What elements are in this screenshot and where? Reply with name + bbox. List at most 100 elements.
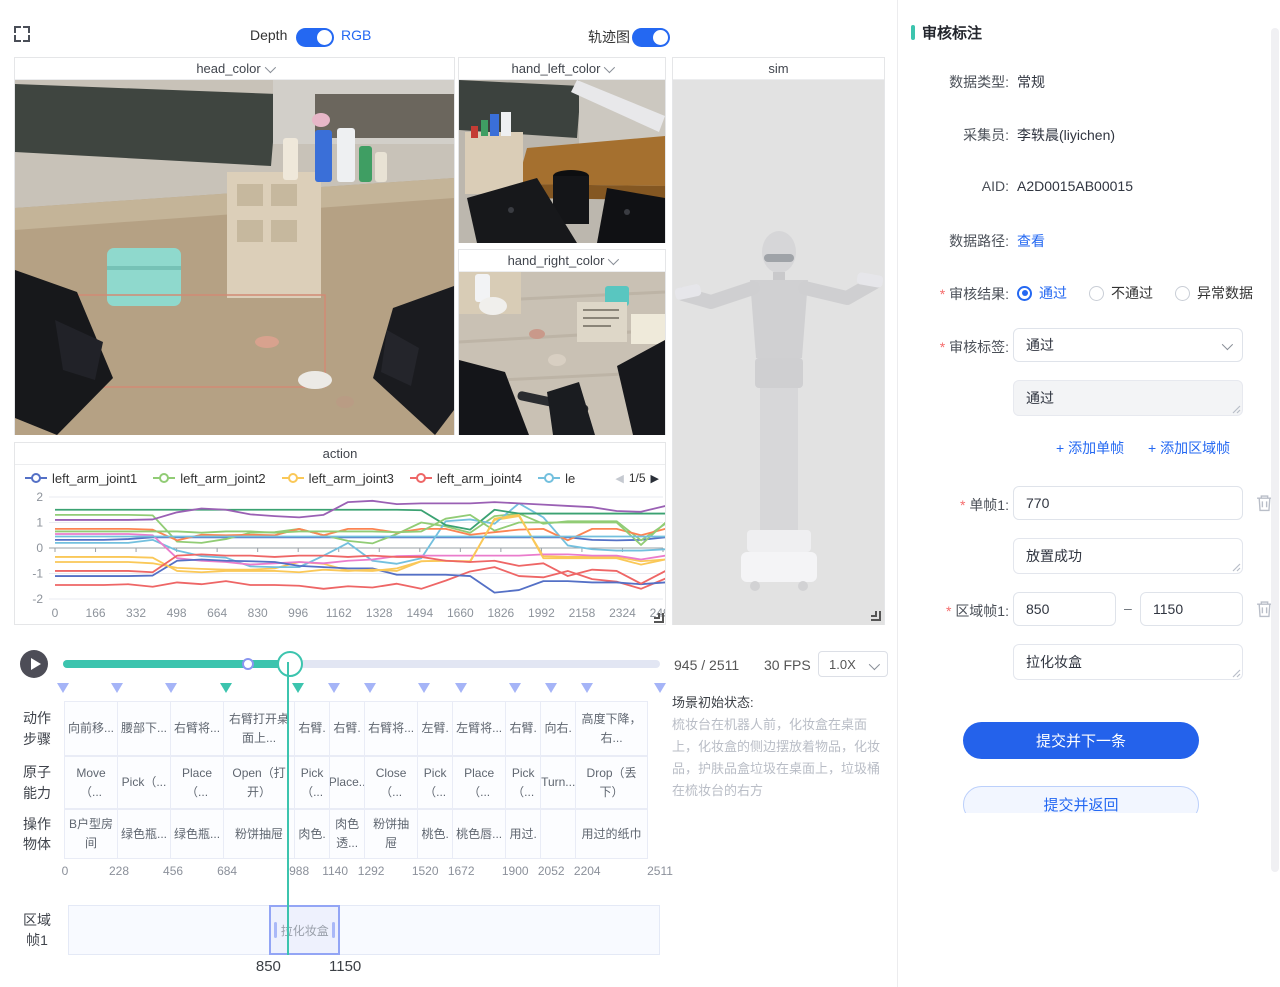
table-cell[interactable]: Place.. — [329, 756, 365, 809]
radio-option-3[interactable]: 异常数据 — [1175, 283, 1253, 303]
region-frame-note[interactable]: 拉化妆盒 — [1013, 644, 1243, 680]
playhead-line[interactable] — [287, 662, 289, 955]
legend-next-icon[interactable]: ▶ — [651, 472, 659, 485]
legend-item[interactable]: left_arm_joint1 — [25, 471, 137, 486]
table-cell[interactable]: 用过. — [505, 809, 541, 859]
table-cell[interactable]: 左臂. — [417, 701, 453, 756]
add-region-frame-link[interactable]: + 添加区域帧 — [1148, 438, 1230, 458]
step-boundary-marker[interactable] — [364, 683, 376, 693]
legend-prev-icon[interactable]: ◀ — [615, 472, 623, 485]
table-cell[interactable]: 肉色透... — [329, 809, 365, 859]
table-cell[interactable]: 右臂. — [505, 701, 541, 756]
fullscreen-icon[interactable] — [14, 26, 30, 42]
trajectory-toggle[interactable] — [632, 28, 670, 47]
table-cell[interactable]: Turn... — [540, 756, 576, 809]
radio-option-1[interactable]: 通过 — [1017, 283, 1067, 303]
table-cell[interactable]: 高度下降，右... — [575, 701, 648, 756]
region-frame-bar[interactable]: 拉化妆盒 — [68, 905, 660, 955]
svg-text:0: 0 — [36, 541, 43, 555]
aid-label: AID: — [908, 178, 1009, 194]
table-cell[interactable]: Pick（... — [117, 756, 171, 809]
table-cell[interactable]: Pick（... — [417, 756, 453, 809]
head-camera-title-dropdown[interactable]: head_color — [15, 58, 454, 80]
table-cell[interactable]: 右臂. — [329, 701, 365, 756]
table-cell[interactable]: Place（... — [170, 756, 224, 809]
step-boundary-marker[interactable] — [328, 683, 340, 693]
play-button[interactable] — [20, 650, 48, 678]
legend-item[interactable]: left_arm_joint2 — [153, 471, 265, 486]
step-boundary-marker[interactable] — [581, 683, 593, 693]
region-start-input[interactable] — [1013, 592, 1116, 626]
chart-legend: left_arm_joint1 left_arm_joint2 left_arm_j… — [15, 465, 665, 491]
table-cell[interactable]: Pick（... — [294, 756, 330, 809]
single-frame-input[interactable] — [1013, 486, 1243, 520]
review-tag-note[interactable]: 通过 — [1013, 380, 1243, 416]
step-boundary-marker[interactable] — [418, 683, 430, 693]
table-cell[interactable]: Drop（丢下） — [575, 756, 648, 809]
table-cell[interactable]: Move（... — [64, 756, 118, 809]
scrollbar[interactable] — [1271, 28, 1279, 872]
head-camera-image — [15, 80, 454, 435]
table-cell[interactable]: 右臂将... — [170, 701, 224, 756]
step-boundary-marker[interactable] — [509, 683, 521, 693]
table-cell[interactable]: 用过的纸巾 — [575, 809, 648, 859]
table-cell[interactable]: 腰部下... — [117, 701, 171, 756]
table-cell[interactable]: 桃色. — [417, 809, 453, 859]
segment-left-handle[interactable] — [274, 922, 277, 938]
region-frame-segment[interactable]: 拉化妆盒 — [269, 905, 340, 955]
hand-right-camera-title-dropdown[interactable]: hand_right_color — [459, 250, 665, 272]
region-end-input[interactable] — [1140, 592, 1243, 626]
table-cell[interactable]: Pick（... — [505, 756, 541, 809]
step-boundary-marker[interactable] — [220, 683, 232, 693]
table-cell[interactable]: 向右. — [540, 701, 576, 756]
resize-handle-icon[interactable] — [654, 613, 664, 623]
frame-axis-label: 684 — [217, 864, 237, 878]
step-boundary-marker[interactable] — [455, 683, 467, 693]
legend-item[interactable]: le — [538, 471, 575, 486]
step-boundary-marker[interactable] — [57, 683, 69, 693]
table-cell[interactable]: Place（... — [452, 756, 506, 809]
legend-item[interactable]: left_arm_joint3 — [282, 471, 394, 486]
table-cell[interactable]: Close（... — [364, 756, 418, 809]
table-cell[interactable]: 绿色瓶... — [170, 809, 224, 859]
step-boundary-marker[interactable] — [165, 683, 177, 693]
legend-label: left_arm_joint3 — [309, 471, 394, 486]
legend-label: left_arm_joint2 — [180, 471, 265, 486]
submit-return-button[interactable]: 提交并返回 — [963, 786, 1199, 813]
table-cell[interactable]: 右臂. — [294, 701, 330, 756]
table-cell[interactable]: 右臂将... — [364, 701, 418, 756]
table-cell[interactable]: B户型房间 — [64, 809, 118, 859]
step-boundary-marker[interactable] — [111, 683, 123, 693]
data-path-link[interactable]: 查看 — [1017, 231, 1045, 251]
radio-option-2[interactable]: 不通过 — [1089, 283, 1153, 303]
head-camera-panel: head_color — [14, 57, 455, 435]
add-single-frame-link[interactable]: + 添加单帧 — [1056, 438, 1124, 458]
single-frame-marker-dot[interactable] — [242, 658, 254, 670]
speed-select[interactable]: 1.0X — [818, 651, 888, 677]
table-cell[interactable]: 肉色. — [294, 809, 330, 859]
table-cell[interactable]: 粉饼抽屉 — [223, 809, 295, 859]
legend-item[interactable]: left_arm_joint4 — [410, 471, 522, 486]
table-cell[interactable]: Open（打开） — [223, 756, 295, 809]
svg-text:1328: 1328 — [366, 606, 393, 620]
review-panel-title: 审核标注 — [911, 22, 982, 43]
submit-next-button[interactable]: 提交并下一条 — [963, 722, 1199, 759]
table-cell[interactable]: 粉饼抽屉 — [364, 809, 418, 859]
review-tag-select[interactable]: 通过 — [1013, 328, 1243, 362]
single-frame-note[interactable]: 放置成功 — [1013, 538, 1243, 574]
segment-right-handle[interactable] — [332, 922, 335, 938]
table-cell[interactable] — [540, 809, 576, 859]
table-cell[interactable]: 左臂将... — [452, 701, 506, 756]
hand-left-camera-title-dropdown[interactable]: hand_left_color — [459, 58, 665, 80]
table-cell[interactable]: 右臂打开桌面上... — [223, 701, 295, 756]
progress-handle[interactable] — [277, 651, 303, 677]
step-boundary-marker[interactable] — [654, 683, 666, 693]
progress-slider[interactable] — [63, 660, 660, 668]
depth-rgb-toggle[interactable] — [296, 28, 334, 47]
table-cell[interactable]: 向前移... — [64, 701, 118, 756]
step-boundary-marker[interactable] — [545, 683, 557, 693]
resize-handle-icon[interactable] — [871, 611, 881, 621]
table-cell[interactable]: 桃色唇... — [452, 809, 506, 859]
table-cell[interactable]: 绿色瓶... — [117, 809, 171, 859]
step-boundary-marker[interactable] — [292, 683, 304, 693]
